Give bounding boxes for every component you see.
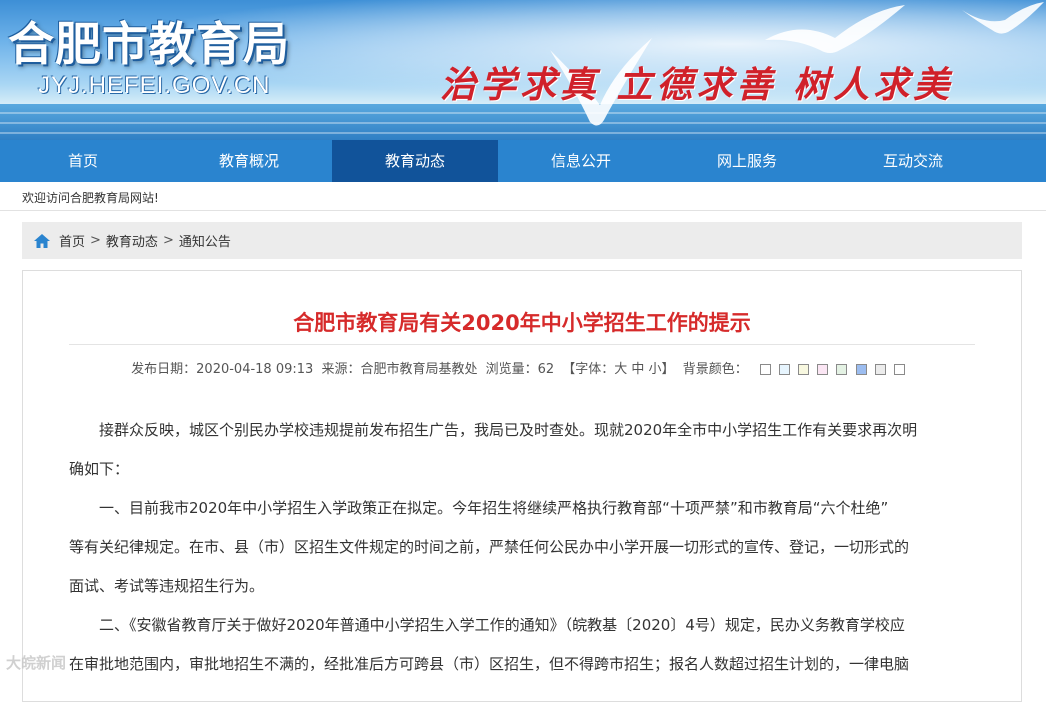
home-icon[interactable]: [33, 233, 51, 249]
main-nav: 首页 教育概况 教育动态 信息公开 网上服务 互动交流: [0, 140, 1046, 182]
font-size-controls[interactable]: 【字体：大 中 小】: [562, 362, 674, 377]
site-title: 合肥市教育局: [8, 17, 290, 71]
bg-swatch[interactable]: [798, 364, 810, 375]
paragraph: 面试、考试等违规招生行为。: [69, 577, 265, 595]
paragraph: 二、《安徽省教育厅关于做好2020年普通中小学招生入学工作的通知》（皖教基〔20…: [99, 616, 905, 634]
view-count: 浏览量：62: [485, 362, 555, 377]
paragraph: 一、目前我市2020年中小学招生入学政策正在拟定。今年招生将继续严格执行教育部“…: [99, 499, 889, 517]
bg-color-label: 背景颜色：: [682, 362, 748, 377]
paragraph: 接群众反映，城区个别民办学校违规提前发布招生广告，我局已及时查处。现就2020年…: [99, 421, 918, 439]
bg-swatch[interactable]: [759, 364, 771, 375]
welcome-text: 欢迎访问合肥教育局网站!: [22, 191, 159, 205]
bg-swatch[interactable]: [893, 364, 905, 375]
nav-item-online-services[interactable]: 网上服务: [664, 140, 830, 182]
bg-swatch[interactable]: [874, 364, 886, 375]
breadcrumb-home[interactable]: 首页: [59, 231, 85, 250]
seagull-icon-3: [962, 2, 1044, 34]
bg-swatch[interactable]: [836, 364, 848, 375]
article-panel: 合肥市教育局有关2020年中小学招生工作的提示 发布日期：2020-04-18 …: [22, 270, 1022, 702]
bg-swatch[interactable]: [779, 364, 790, 375]
nav-item-home[interactable]: 首页: [0, 140, 166, 182]
bg-swatch[interactable]: [817, 364, 829, 375]
article-body: 接群众反映，城区个别民办学校违规提前发布招生广告，我局已及时查处。现就2020年…: [69, 411, 979, 684]
paragraph: 确如下：: [69, 460, 130, 478]
sea-background: [0, 104, 1046, 140]
breadcrumb-section[interactable]: 教育动态: [106, 231, 158, 250]
breadcrumb-separator: >: [162, 233, 174, 248]
site-domain: JYJ.HEFEI.GOV.CN: [38, 72, 271, 99]
publish-date: 发布日期：2020-04-18 09:13: [131, 362, 314, 377]
breadcrumb-current[interactable]: 通知公告: [179, 231, 231, 250]
breadcrumb: 首页 > 教育动态 > 通知公告: [22, 222, 1022, 259]
article-title: 合肥市教育局有关2020年中小学招生工作的提示: [293, 311, 751, 335]
bg-color-swatches: [759, 362, 909, 377]
header-banner: 合肥市教育局 JYJ.HEFEI.GOV.CN 治学求真 立德求善 树人求美: [0, 0, 1046, 140]
article-source: 来源：合肥市教育局基教处: [321, 362, 478, 377]
paragraph: 在审批地范围内，审批地招生不满的，经批准后方可跨县（市）区招生，但不得跨市招生；…: [69, 655, 910, 673]
site-slogan: 治学求真 立德求善 树人求美: [440, 64, 954, 106]
watermark: 大皖新闻: [6, 654, 67, 672]
nav-item-disclosure[interactable]: 信息公开: [498, 140, 664, 182]
title-divider: [69, 344, 975, 345]
nav-item-overview[interactable]: 教育概况: [166, 140, 332, 182]
seagull-icon-2: [765, 5, 905, 53]
article-meta: 发布日期：2020-04-18 09:13 来源：合肥市教育局基教处 浏览量：6…: [23, 358, 1021, 377]
bg-swatch[interactable]: [855, 364, 867, 375]
nav-item-news[interactable]: 教育动态: [332, 140, 498, 182]
nav-item-interaction[interactable]: 互动交流: [830, 140, 996, 182]
breadcrumb-separator: >: [90, 233, 101, 248]
paragraph: 等有关纪律规定。在市、县（市）区招生文件规定的时间之前，严禁任何公民办中小学开展…: [69, 538, 910, 556]
divider: [0, 210, 1046, 211]
